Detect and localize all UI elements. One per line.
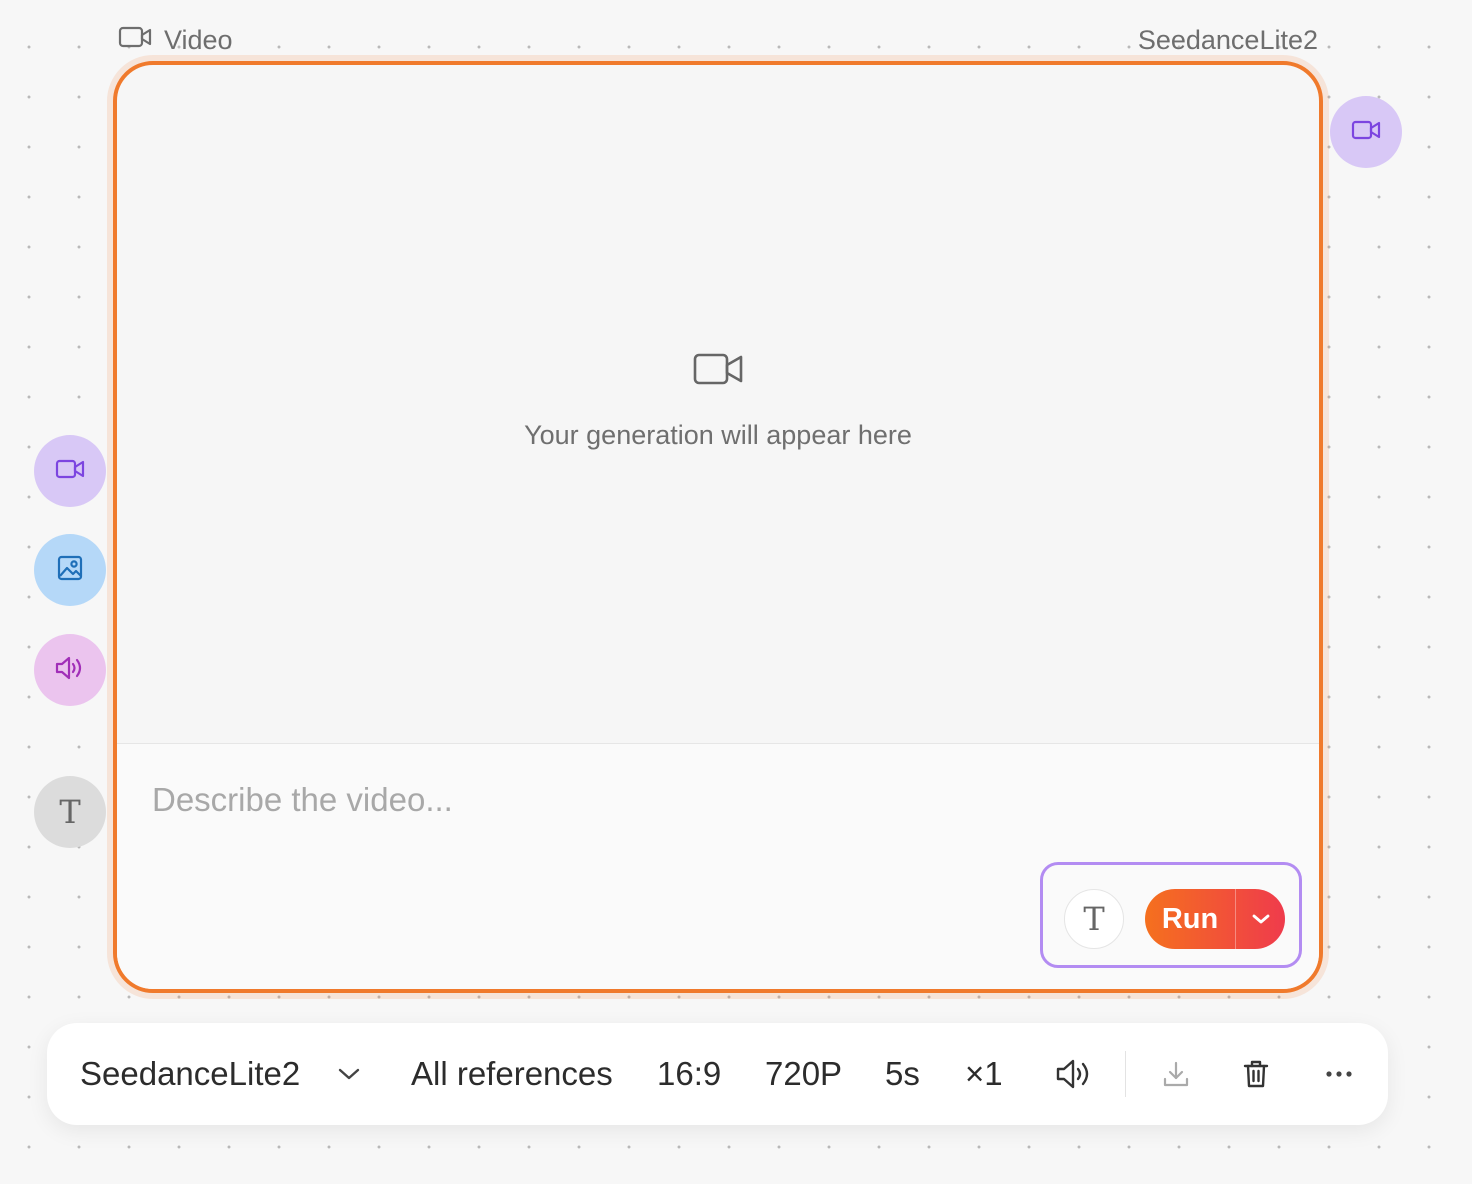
action-group: T Run	[1040, 862, 1302, 968]
count-label: ×1	[965, 1055, 1003, 1092]
trash-icon	[1242, 1059, 1270, 1089]
run-button-label: Run	[1161, 902, 1219, 935]
chevron-down-icon	[1252, 914, 1269, 924]
references-select[interactable]: All references	[411, 1023, 613, 1125]
speaker-icon	[54, 655, 86, 686]
image-icon	[56, 554, 84, 587]
duration-select[interactable]: 5s	[885, 1023, 920, 1125]
count-select[interactable]: ×1	[965, 1023, 1003, 1125]
chevron-down-icon	[338, 1068, 360, 1081]
duration-label: 5s	[885, 1055, 920, 1092]
more-button[interactable]	[1325, 1023, 1353, 1125]
node-header: Video SeedanceLite2	[118, 22, 1318, 58]
delete-button[interactable]	[1242, 1023, 1270, 1125]
settings-toolbar: SeedanceLite2 All references 16:9 720P 5…	[47, 1023, 1388, 1125]
video-input-port[interactable]	[34, 435, 106, 507]
aspect-ratio-label: 16:9	[657, 1055, 722, 1092]
node-type-label: Video	[164, 24, 233, 55]
video-camera-icon	[55, 458, 85, 485]
more-icon	[1325, 1070, 1353, 1078]
video-camera-icon	[1351, 119, 1381, 146]
aspect-ratio-select[interactable]: 16:9	[657, 1023, 721, 1125]
node-model-label: SeedanceLite2	[1137, 24, 1318, 55]
resolution-label: 720P	[765, 1055, 843, 1092]
run-options-button[interactable]	[1236, 913, 1285, 925]
video-node-card[interactable]: Your generation will appear here T Run	[113, 61, 1323, 993]
video-output-port[interactable]	[1330, 96, 1402, 168]
audio-input-port[interactable]	[34, 634, 106, 706]
image-input-port[interactable]	[34, 534, 106, 606]
preview-area: Your generation will appear here	[117, 65, 1319, 744]
speaker-icon	[1055, 1058, 1095, 1090]
download-icon	[1161, 1059, 1191, 1089]
model-select[interactable]: SeedanceLite2	[80, 1023, 360, 1125]
run-button[interactable]: Run	[1145, 889, 1285, 949]
text-icon: T	[1083, 900, 1105, 938]
text-icon: T	[59, 793, 81, 831]
download-button[interactable]	[1161, 1023, 1191, 1125]
toolbar-divider	[1125, 1051, 1126, 1097]
references-label: All references	[411, 1055, 613, 1092]
node-type: Video	[118, 25, 233, 56]
text-input-button[interactable]: T	[1064, 889, 1124, 949]
audio-toggle[interactable]	[1055, 1023, 1095, 1125]
empty-state-message: Your generation will appear here	[524, 420, 912, 450]
video-camera-icon	[692, 351, 744, 392]
prompt-area: T Run	[117, 744, 1319, 989]
resolution-select[interactable]: 720P	[765, 1023, 842, 1125]
model-select-label: SeedanceLite2	[80, 1055, 301, 1092]
video-camera-icon	[118, 25, 152, 56]
prompt-input[interactable]	[150, 774, 1004, 826]
text-input-port[interactable]: T	[34, 776, 106, 848]
